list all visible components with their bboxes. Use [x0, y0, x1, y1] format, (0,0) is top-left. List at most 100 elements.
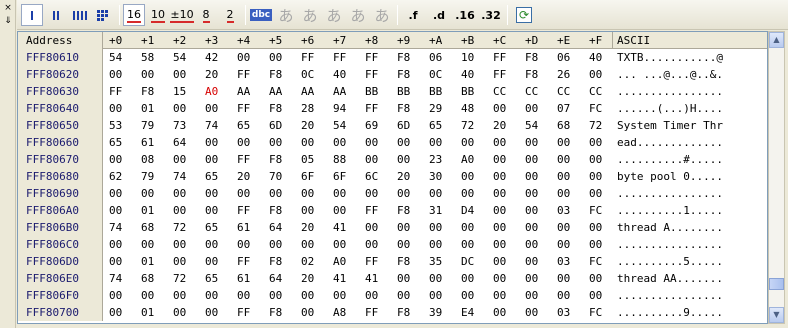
byte-cell[interactable]: 29: [429, 100, 442, 117]
byte-cell[interactable]: 00: [109, 202, 122, 219]
byte-cell[interactable]: 00: [301, 134, 314, 151]
byte-cell[interactable]: 00: [109, 287, 122, 304]
byte-cell[interactable]: 00: [301, 287, 314, 304]
byte-cell[interactable]: 00: [589, 134, 602, 151]
byte-cell[interactable]: 00: [301, 304, 314, 321]
byte-cell[interactable]: 08: [141, 151, 154, 168]
byte-cell[interactable]: 00: [141, 185, 154, 202]
byte-cell[interactable]: 00: [493, 270, 506, 287]
byte-cell[interactable]: 00: [429, 270, 442, 287]
byte-cell[interactable]: CC: [557, 83, 570, 100]
byte-cell[interactable]: 00: [525, 168, 538, 185]
byte-cell[interactable]: F8: [397, 66, 410, 83]
view-word-button[interactable]: [45, 4, 67, 26]
byte-cell[interactable]: 00: [333, 185, 346, 202]
jp-encoding-5-button[interactable]: あ: [371, 4, 393, 26]
byte-cell[interactable]: FC: [589, 304, 602, 321]
byte-cell[interactable]: 06: [429, 49, 442, 66]
byte-cell[interactable]: 00: [461, 185, 474, 202]
byte-cell[interactable]: A8: [333, 304, 346, 321]
byte-cell[interactable]: FF: [493, 49, 506, 66]
ascii-cell[interactable]: thread AA.......: [617, 270, 723, 287]
byte-cell[interactable]: 00: [557, 151, 570, 168]
ascii-cell[interactable]: ... ...@...@..&.: [617, 66, 723, 83]
view-qword-button[interactable]: [93, 4, 115, 26]
byte-cell[interactable]: 00: [269, 185, 282, 202]
byte-cell[interactable]: 00: [525, 219, 538, 236]
byte-cell[interactable]: 61: [237, 219, 250, 236]
byte-cell[interactable]: FF: [365, 202, 378, 219]
byte-cell[interactable]: 00: [493, 287, 506, 304]
byte-cell[interactable]: FF: [333, 49, 346, 66]
byte-cell[interactable]: 35: [429, 253, 442, 270]
byte-cell[interactable]: A0: [333, 253, 346, 270]
byte-cell[interactable]: AA: [269, 83, 282, 100]
byte-cell[interactable]: FF: [365, 49, 378, 66]
byte-cell[interactable]: 00: [493, 185, 506, 202]
byte-cell[interactable]: 73: [173, 117, 186, 134]
byte-cell[interactable]: F8: [269, 151, 282, 168]
byte-cell[interactable]: 00: [141, 236, 154, 253]
byte-cell[interactable]: D4: [461, 202, 474, 219]
byte-cell[interactable]: 00: [589, 168, 602, 185]
byte-cell[interactable]: 00: [525, 253, 538, 270]
radix-oct-button[interactable]: 8: [195, 4, 217, 26]
byte-cell[interactable]: FF: [365, 66, 378, 83]
byte-cell[interactable]: 01: [141, 100, 154, 117]
byte-cell[interactable]: 00: [461, 219, 474, 236]
byte-cell[interactable]: FF: [237, 202, 250, 219]
byte-cell[interactable]: F8: [269, 304, 282, 321]
byte-cell[interactable]: 00: [525, 270, 538, 287]
byte-cell[interactable]: 00: [301, 185, 314, 202]
byte-cell[interactable]: 00: [173, 185, 186, 202]
byte-cell[interactable]: 00: [205, 304, 218, 321]
byte-cell[interactable]: 54: [173, 49, 186, 66]
byte-cell[interactable]: 03: [557, 304, 570, 321]
byte-cell[interactable]: 20: [301, 117, 314, 134]
ascii-cell[interactable]: ......(...)H....: [617, 100, 723, 117]
byte-cell[interactable]: 00: [109, 253, 122, 270]
byte-cell[interactable]: 65: [205, 168, 218, 185]
byte-cell[interactable]: 00: [429, 185, 442, 202]
byte-cell[interactable]: F8: [269, 66, 282, 83]
byte-cell[interactable]: FF: [237, 253, 250, 270]
byte-cell[interactable]: 54: [109, 49, 122, 66]
byte-cell[interactable]: FC: [589, 253, 602, 270]
byte-cell[interactable]: 00: [205, 253, 218, 270]
byte-cell[interactable]: 40: [589, 49, 602, 66]
ascii-cell[interactable]: ..........9.....: [617, 304, 723, 321]
byte-cell[interactable]: 00: [269, 49, 282, 66]
byte-cell[interactable]: 64: [269, 219, 282, 236]
byte-cell[interactable]: 00: [173, 202, 186, 219]
byte-cell[interactable]: 6C: [365, 168, 378, 185]
byte-cell[interactable]: 00: [429, 287, 442, 304]
byte-cell[interactable]: 03: [557, 253, 570, 270]
byte-cell[interactable]: 00: [109, 236, 122, 253]
ascii-cell[interactable]: ..........5.....: [617, 253, 723, 270]
byte-cell[interactable]: 00: [109, 185, 122, 202]
byte-cell[interactable]: 00: [237, 236, 250, 253]
byte-cell[interactable]: 00: [173, 253, 186, 270]
byte-cell[interactable]: 6F: [301, 168, 314, 185]
byte-cell[interactable]: FF: [365, 253, 378, 270]
jp-encoding-4-button[interactable]: あ: [347, 4, 369, 26]
byte-cell[interactable]: 00: [205, 236, 218, 253]
byte-cell[interactable]: F8: [269, 253, 282, 270]
byte-cell[interactable]: 64: [269, 270, 282, 287]
ascii-cell[interactable]: ..........1.....: [617, 202, 723, 219]
byte-cell[interactable]: 72: [461, 117, 474, 134]
byte-cell[interactable]: AA: [301, 83, 314, 100]
byte-cell[interactable]: 00: [333, 287, 346, 304]
ascii-cell[interactable]: System Timer Thr: [617, 117, 723, 134]
byte-cell[interactable]: 6F: [333, 168, 346, 185]
byte-cell[interactable]: 40: [461, 66, 474, 83]
byte-cell[interactable]: 64: [173, 134, 186, 151]
byte-cell[interactable]: 20: [237, 168, 250, 185]
ascii-cell[interactable]: ................: [617, 287, 723, 304]
byte-cell[interactable]: 00: [173, 236, 186, 253]
byte-cell[interactable]: 00: [173, 304, 186, 321]
byte-cell[interactable]: F8: [525, 49, 538, 66]
byte-cell[interactable]: 01: [141, 304, 154, 321]
byte-cell[interactable]: FC: [589, 100, 602, 117]
byte-cell[interactable]: 00: [365, 151, 378, 168]
